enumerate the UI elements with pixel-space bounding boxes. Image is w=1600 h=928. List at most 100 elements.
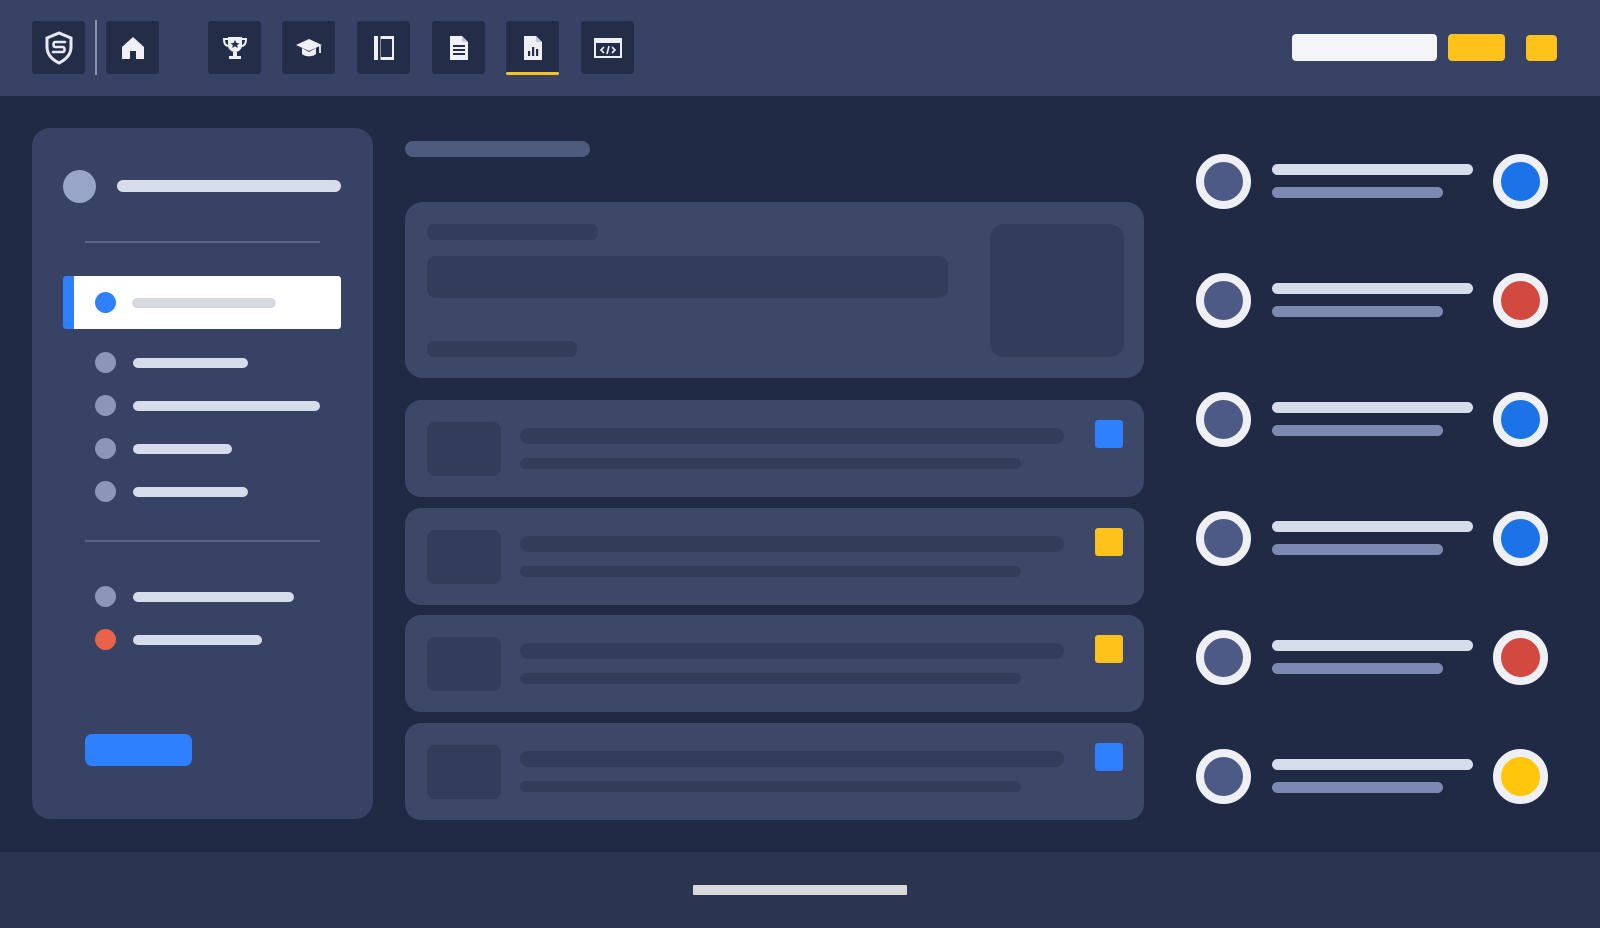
nav-divider (95, 20, 97, 75)
shield-logo-icon[interactable] (32, 21, 85, 74)
status-badge (1095, 420, 1123, 448)
featured-card-thumbnail (990, 224, 1124, 357)
courses-button[interactable] (282, 21, 335, 74)
status-badge (1095, 743, 1123, 771)
footer-bar (0, 852, 1600, 928)
trophy-icon (222, 36, 247, 59)
status-dot (95, 352, 116, 373)
user-list-item[interactable] (1196, 392, 1548, 448)
sidebar-divider (85, 241, 320, 243)
sidebar-item-label-placeholder (133, 635, 262, 645)
sidebar-item[interactable] (32, 391, 373, 421)
user-list-item[interactable] (1196, 749, 1548, 805)
sidebar-item[interactable] (32, 625, 373, 655)
status-indicator (1493, 511, 1548, 566)
user-detail-placeholder (1272, 782, 1443, 793)
sidebar-item-label-placeholder (133, 401, 320, 411)
status-indicator (1493, 630, 1548, 685)
featured-card[interactable] (405, 202, 1144, 378)
card-title-placeholder (520, 536, 1064, 552)
user-detail-placeholder (1272, 663, 1443, 674)
home-indicator-handle[interactable] (693, 885, 907, 895)
featured-card-label-placeholder (427, 224, 598, 240)
user-name-placeholder (117, 180, 341, 192)
sidebar-item[interactable] (32, 582, 373, 612)
status-dot (95, 395, 116, 416)
user-name-placeholder (1272, 402, 1473, 413)
card-thumbnail (427, 745, 501, 799)
sidebar-item-active[interactable] (63, 276, 341, 329)
status-dot (95, 438, 116, 459)
avatar (1196, 392, 1251, 447)
notebook-button[interactable] (357, 21, 410, 74)
documents-button[interactable] (432, 21, 485, 74)
avatar (1196, 273, 1251, 328)
reports-button[interactable] (506, 21, 559, 75)
sidebar-item-label-placeholder (133, 487, 248, 497)
avatar[interactable] (63, 170, 96, 203)
graduation-cap-icon (295, 38, 322, 56)
list-card[interactable] (405, 400, 1144, 497)
list-card[interactable] (405, 508, 1144, 605)
status-badge (1095, 528, 1123, 556)
status-dot (95, 292, 116, 313)
home-button[interactable] (106, 21, 159, 74)
alert-status-dot (95, 629, 116, 650)
list-card[interactable] (405, 723, 1144, 820)
list-card[interactable] (405, 615, 1144, 712)
user-list-item[interactable] (1196, 511, 1548, 567)
sidebar-item-label-placeholder (133, 358, 248, 368)
card-title-placeholder (520, 428, 1064, 444)
document-icon (449, 35, 468, 60)
status-dot (95, 481, 116, 502)
card-subtitle-placeholder (520, 673, 1021, 684)
page-title-placeholder (405, 141, 590, 157)
home-icon (121, 36, 144, 59)
user-name-placeholder (1272, 164, 1473, 175)
user-list-item[interactable] (1196, 630, 1548, 686)
code-button[interactable] (581, 21, 634, 74)
achievements-button[interactable] (208, 21, 261, 74)
card-thumbnail (427, 422, 501, 476)
status-dot (95, 586, 116, 607)
notifications-button[interactable] (1526, 35, 1557, 61)
card-thumbnail (427, 530, 501, 584)
status-indicator (1493, 749, 1548, 804)
primary-action-button[interactable] (85, 734, 192, 766)
user-name-placeholder (1272, 759, 1473, 770)
status-indicator (1493, 392, 1548, 447)
sidebar-item-label-placeholder (132, 298, 276, 308)
search-field-placeholder[interactable] (1292, 34, 1437, 61)
user-detail-placeholder (1272, 306, 1443, 317)
user-detail-placeholder (1272, 187, 1443, 198)
sidebar-item[interactable] (32, 348, 373, 378)
user-detail-placeholder (1272, 544, 1443, 555)
user-list-item[interactable] (1196, 273, 1548, 329)
sidebar-panel (32, 128, 373, 819)
report-chart-icon (523, 35, 542, 60)
top-navigation-bar (0, 0, 1600, 96)
upgrade-button[interactable] (1448, 34, 1505, 61)
card-subtitle-placeholder (520, 566, 1021, 577)
featured-card-title-placeholder (427, 256, 948, 298)
status-indicator (1493, 273, 1548, 328)
featured-card-meta-placeholder (427, 341, 577, 357)
avatar (1196, 630, 1251, 685)
avatar (1196, 511, 1251, 566)
sidebar-item[interactable] (32, 434, 373, 464)
avatar (1196, 154, 1251, 209)
user-detail-placeholder (1272, 425, 1443, 436)
avatar (1196, 749, 1251, 804)
user-name-placeholder (1272, 640, 1473, 651)
card-thumbnail (427, 637, 501, 691)
user-list-item[interactable] (1196, 154, 1548, 210)
sidebar-divider (85, 540, 320, 542)
sidebar-item-label-placeholder (133, 592, 294, 602)
code-window-icon (593, 37, 622, 58)
status-badge (1095, 635, 1123, 663)
status-indicator (1493, 154, 1548, 209)
user-name-placeholder (1272, 283, 1473, 294)
sidebar-item[interactable] (32, 477, 373, 507)
card-subtitle-placeholder (520, 458, 1021, 469)
card-subtitle-placeholder (520, 781, 1021, 792)
